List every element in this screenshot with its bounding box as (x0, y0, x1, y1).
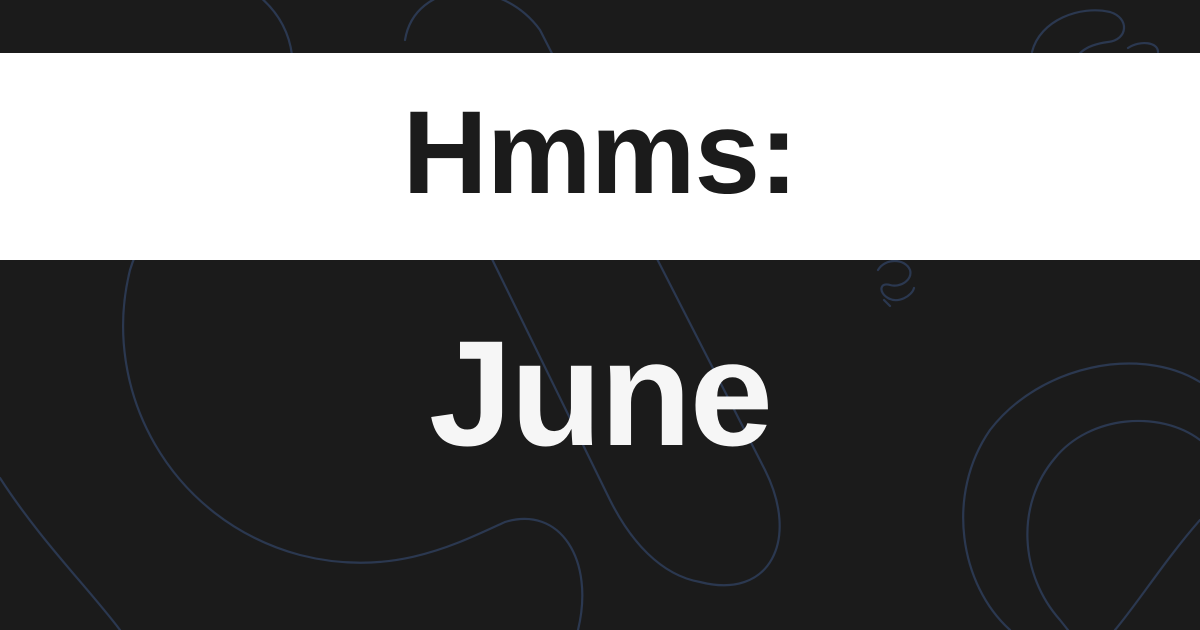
background-curve-ring-tail (1113, 518, 1200, 630)
background-curve-tiny-glyph-tail (882, 298, 892, 308)
headline-banner: Hmms: (0, 53, 1200, 260)
background-curve-lower-left-arc (0, 476, 122, 630)
background-curve-top-right-small (1126, 42, 1160, 54)
subject-text: June (428, 309, 773, 477)
headline-text: Hmms: (402, 86, 799, 219)
background-curve-tiny-glyph (876, 259, 916, 302)
